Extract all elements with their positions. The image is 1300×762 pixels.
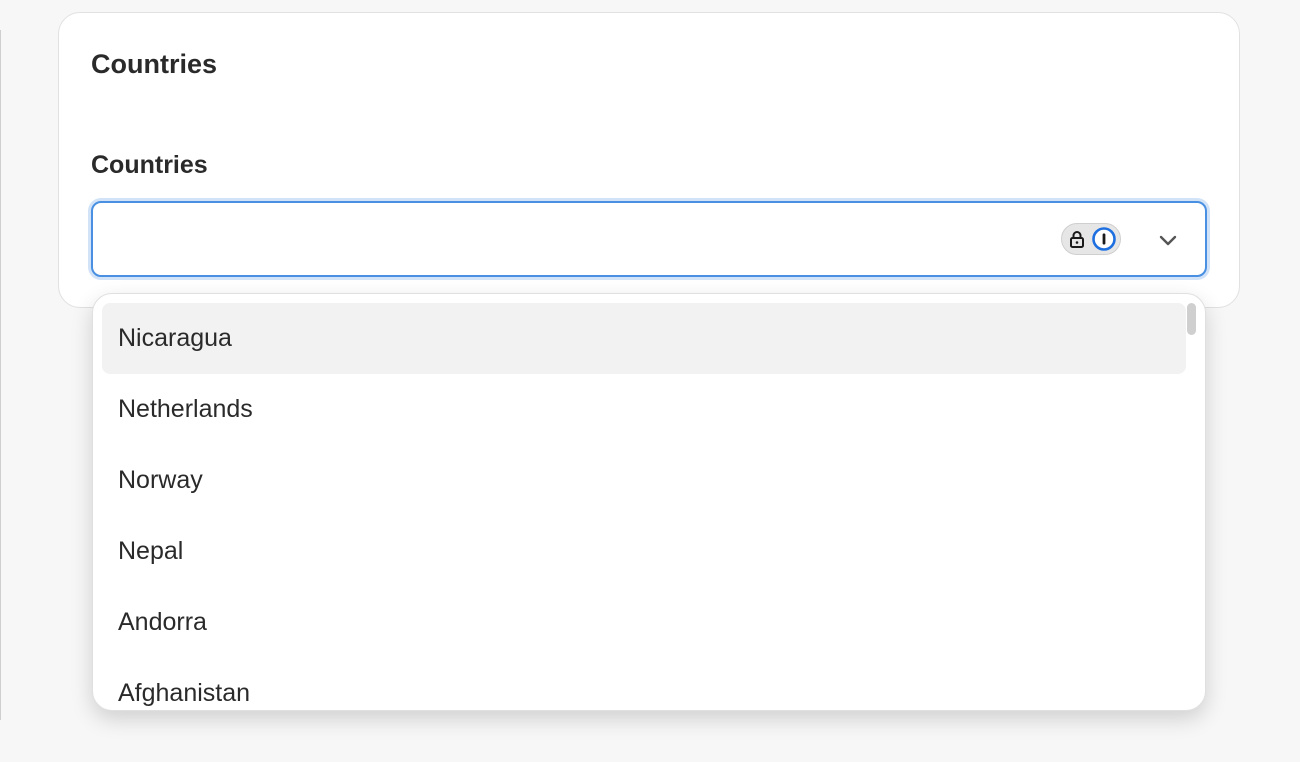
dropdown-option[interactable]: Andorra [102,587,1186,658]
dropdown-option[interactable]: Norway [102,445,1186,516]
card-title: Countries [91,49,218,79]
dropdown-scrollbar-thumb[interactable] [1187,303,1196,335]
dropdown-option[interactable]: Nicaragua [102,303,1186,374]
countries-card: Countries Countries [58,12,1240,308]
left-panel-edge [0,30,1,720]
dropdown-option[interactable]: Nepal [102,516,1186,587]
lock-icon [1070,231,1084,248]
countries-search-input[interactable] [105,213,1049,267]
page: Countries Countries Nicaragua Netherland… [0,0,1300,762]
countries-select[interactable] [91,201,1207,277]
password-manager-button[interactable] [1061,223,1121,255]
countries-field-label: Countries [91,151,208,179]
dropdown-option[interactable]: Netherlands [102,374,1186,445]
dropdown-option[interactable]: Afghanistan [102,658,1186,710]
1password-icon [1092,227,1116,251]
chevron-down-icon[interactable] [1155,227,1181,253]
countries-dropdown-list[interactable]: Nicaragua Netherlands Norway Nepal Andor… [92,293,1206,711]
